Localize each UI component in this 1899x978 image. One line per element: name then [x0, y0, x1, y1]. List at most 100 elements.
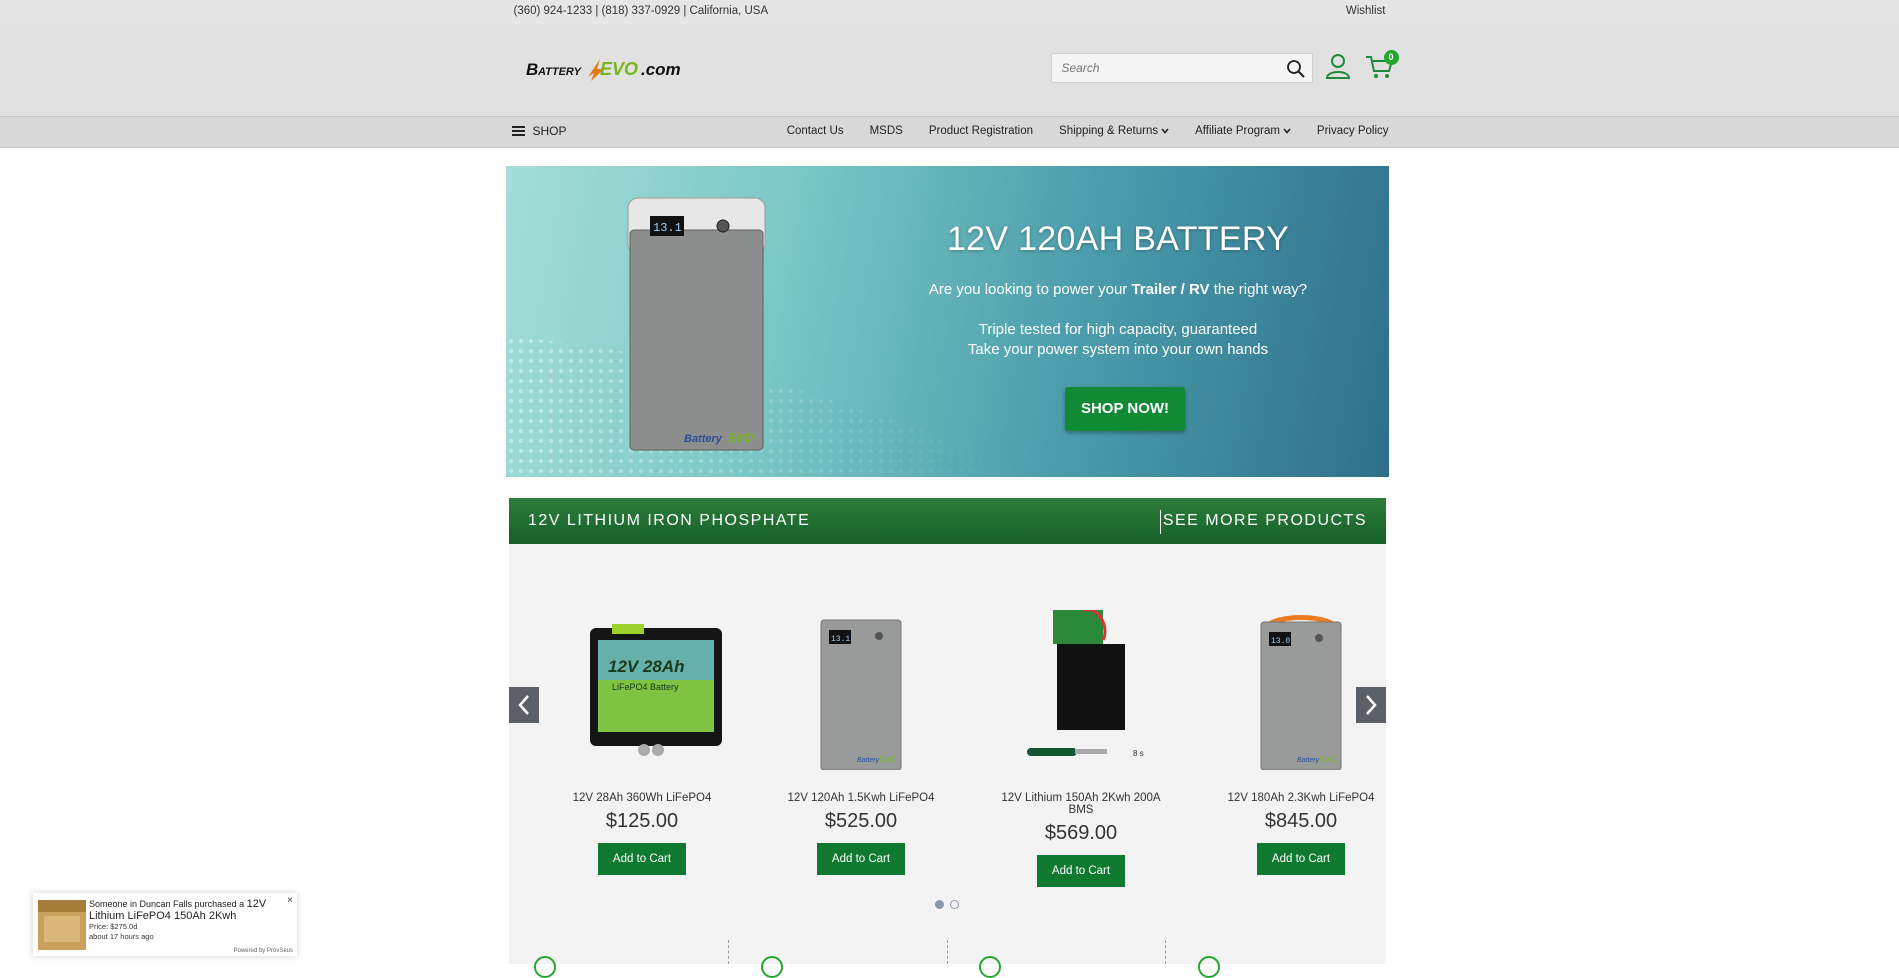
nav-label: Privacy Policy	[1316, 125, 1389, 137]
svg-text:Battery: Battery	[857, 757, 880, 764]
shop-now-button[interactable]: SHOP NOW!	[1065, 387, 1185, 431]
add-to-cart-button[interactable]: Add to Cart	[817, 843, 905, 875]
product-name[interactable]: 12V 28Ah 360Wh LiFePO4	[552, 792, 732, 804]
add-to-cart-button[interactable]: Add to Cart	[598, 843, 686, 875]
product-card[interactable]: 13.0 Battery EVO 12V 180Ah 2.3Kwh LiFePO…	[1211, 610, 1391, 875]
feature-separator	[947, 940, 948, 964]
feature-icon	[979, 956, 1001, 978]
nav-label: Affiliate Program	[1195, 125, 1280, 137]
nav-contact-us[interactable]: Contact Us	[787, 125, 844, 137]
svg-text:EVO: EVO	[600, 59, 638, 79]
product-carousel: 12V 28Ah LiFePO4 Battery 12V 28Ah 360Wh …	[509, 544, 1386, 964]
product-card[interactable]: 13.1 Battery EVO 12V 120Ah 1.5Kwh LiFePO…	[771, 610, 951, 875]
nav-product-registration[interactable]: Product Registration	[929, 125, 1033, 137]
popup-price: Price: $275.0d	[89, 922, 138, 931]
hero-question-pre: Are you looking to power your	[928, 281, 1132, 298]
top-bar: (360) 924-1233 | (818) 337-0929 | Califo…	[0, 0, 1899, 24]
feature-icon	[761, 956, 783, 978]
chevron-left-icon	[518, 695, 529, 715]
cart-count-badge: 0	[1383, 50, 1399, 65]
feature-icon	[1198, 956, 1220, 978]
nav-label: Product Registration	[928, 125, 1034, 137]
product-price: $845.00	[1264, 810, 1338, 832]
product-name[interactable]: 12V 120Ah 1.5Kwh LiFePO4	[771, 792, 951, 804]
product-price: $569.00	[1044, 822, 1118, 844]
main-nav: SHOP Contact Us MSDS Product Registratio…	[0, 116, 1899, 148]
svg-text:8 s: 8 s	[1133, 749, 1144, 758]
pagination-dot[interactable]	[950, 900, 959, 909]
see-more-products-link[interactable]: SEE MORE PRODUCTS	[1163, 512, 1367, 530]
nav-privacy-policy[interactable]: Privacy Policy	[1317, 125, 1389, 137]
search-icon[interactable]	[1286, 59, 1306, 79]
svg-text:EVO: EVO	[728, 431, 754, 445]
popup-time: about 17 hours ago	[89, 932, 154, 941]
feature-separator	[1165, 940, 1166, 964]
hero-question-post: the right way?	[1209, 281, 1308, 298]
shop-menu-button[interactable]: SHOP	[511, 124, 567, 138]
svg-text:EVO: EVO	[1319, 755, 1336, 764]
svg-text:LiFePO4 Battery: LiFePO4 Battery	[612, 682, 679, 692]
hero-line-2: Take your power system into your own han…	[967, 341, 1269, 358]
search-input[interactable]	[1051, 54, 1262, 82]
nav-label: MSDS	[869, 125, 903, 137]
account-icon[interactable]	[1325, 52, 1351, 80]
pagination-dot-active[interactable]	[935, 900, 944, 909]
product-card[interactable]: 12V 28Ah LiFePO4 Battery 12V 28Ah 360Wh …	[552, 610, 732, 875]
chevron-down-icon	[1283, 128, 1291, 134]
product-image[interactable]: 8 s	[991, 608, 1171, 770]
hero-question: Are you looking to power your Trailer / …	[906, 281, 1330, 298]
hero-banner[interactable]: 13.1 Battery EVO 12V 120AH BATTERY Are y…	[506, 166, 1389, 477]
add-to-cart-button[interactable]: Add to Cart	[1037, 855, 1125, 887]
svg-text:13.0: 13.0	[1271, 637, 1290, 646]
collection-header: 12V LITHIUM IRON PHOSPHATE SEE MORE PROD…	[509, 498, 1386, 544]
site-header: B ATTERY EVO .com 0	[0, 24, 1899, 116]
popup-powered-by: Powered by ProvSeus	[233, 948, 293, 954]
nav-label: Contact Us	[786, 125, 844, 137]
feature-icon	[534, 956, 556, 978]
chevron-down-icon	[1161, 128, 1169, 134]
nav-shipping-returns[interactable]: Shipping & Returns	[1059, 125, 1169, 137]
svg-text:EVO: EVO	[879, 755, 896, 764]
hamburger-icon	[511, 126, 525, 136]
product-image[interactable]: 12V 28Ah LiFePO4 Battery	[552, 610, 732, 770]
feature-separator	[728, 940, 729, 964]
battery-product-image: 13.1 Battery EVO	[627, 197, 766, 451]
product-image[interactable]: 13.1 Battery EVO	[771, 610, 951, 771]
hero-title: 12V 120AH BATTERY	[946, 220, 1290, 258]
product-image[interactable]: 13.0 Battery EVO	[1211, 610, 1391, 771]
site-logo[interactable]: B ATTERY EVO .com	[524, 51, 694, 85]
product-price: $125.00	[605, 810, 679, 832]
nav-affiliate-program[interactable]: Affiliate Program	[1195, 125, 1291, 137]
product-card[interactable]: 8 s 12V Lithium 150Ah 2Kwh 200A BMS $569…	[991, 608, 1171, 887]
collection-title: 12V LITHIUM IRON PHOSPHATE	[528, 512, 811, 529]
close-icon[interactable]: ×	[287, 895, 293, 906]
svg-text:13.1: 13.1	[831, 635, 850, 644]
product-name[interactable]: 12V Lithium 150Ah 2Kwh 200A BMS	[991, 792, 1171, 816]
popup-text: Someone in Duncan Falls purchased a 12V …	[89, 898, 279, 942]
shop-label: SHOP	[532, 124, 567, 138]
hero-line-1: Triple tested for high capacity, guarant…	[978, 321, 1258, 338]
hero-question-bold: Trailer / RV	[1131, 281, 1210, 298]
product-name[interactable]: 12V 180Ah 2.3Kwh LiFePO4	[1211, 792, 1391, 804]
carousel-pagination	[935, 900, 959, 909]
recent-purchase-popup[interactable]: Someone in Duncan Falls purchased a 12V …	[33, 893, 297, 956]
features-row	[509, 934, 1386, 978]
svg-text:.com: .com	[641, 60, 681, 79]
wishlist-link[interactable]: Wishlist	[1346, 5, 1386, 17]
add-to-cart-button[interactable]: Add to Cart	[1257, 843, 1345, 875]
voltage-display: 13.1	[653, 221, 682, 235]
svg-text:ATTERY: ATTERY	[537, 66, 583, 78]
search-box[interactable]	[1050, 53, 1313, 83]
nav-label: Shipping & Returns	[1059, 125, 1159, 137]
header-divider	[1160, 510, 1161, 534]
svg-text:Battery: Battery	[1297, 757, 1320, 764]
nav-links: Contact Us MSDS Product Registration Shi…	[761, 125, 1389, 137]
popup-intro: Someone in Duncan Falls purchased a	[89, 899, 247, 909]
nav-msds[interactable]: MSDS	[870, 125, 903, 137]
contact-info: (360) 924-1233 | (818) 337-0929 | Califo…	[513, 5, 769, 17]
svg-text:B: B	[526, 60, 538, 79]
popup-product-image	[38, 900, 86, 950]
carousel-prev-button[interactable]	[509, 687, 539, 723]
svg-text:12V 28Ah: 12V 28Ah	[608, 657, 685, 676]
svg-text:Battery: Battery	[684, 433, 723, 445]
